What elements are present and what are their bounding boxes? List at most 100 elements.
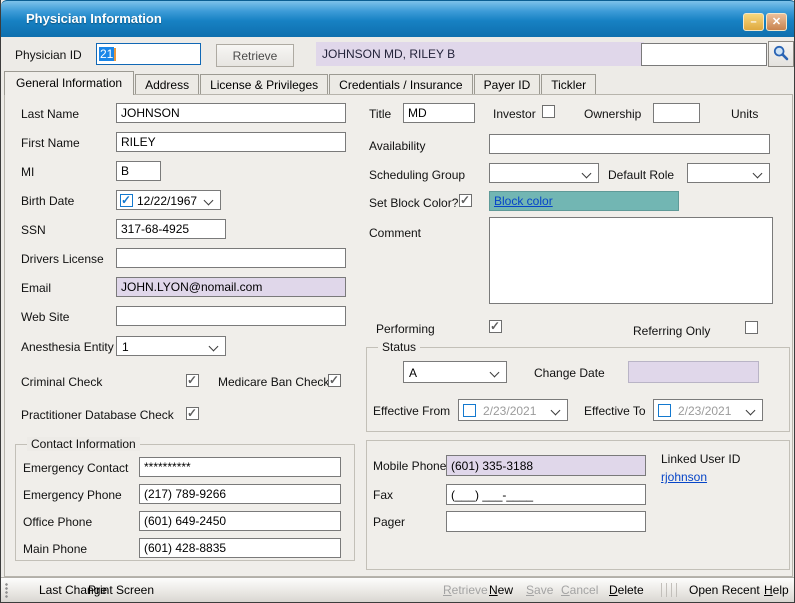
chevron-down-icon — [551, 406, 561, 416]
effective-to-value: 2/23/2021 — [678, 404, 731, 418]
main-phone-input[interactable] — [139, 538, 341, 558]
minimize-button[interactable]: – — [743, 13, 764, 31]
chevron-down-icon — [753, 169, 763, 179]
web-site-input[interactable] — [116, 306, 346, 326]
scheduling-group-label: Scheduling Group — [369, 168, 465, 182]
pager-input[interactable] — [446, 511, 646, 532]
linked-user-id-link[interactable]: rjohnson — [661, 470, 707, 484]
anesthesia-entity-dropdown[interactable]: 1 — [116, 336, 226, 356]
physician-information-window: Physician Information – ✕ Physician ID 2… — [0, 0, 795, 603]
chevron-down-icon — [209, 342, 219, 352]
tab-payer-id[interactable]: Payer ID — [474, 74, 541, 94]
last-name-label: Last Name — [21, 107, 79, 121]
tab-address[interactable]: Address — [135, 74, 199, 94]
retrieve-action: Retrieve — [443, 583, 488, 597]
comment-textarea[interactable] — [489, 217, 773, 304]
practitioner-db-check-checkbox[interactable] — [186, 407, 199, 420]
delete-action[interactable]: Delete — [609, 583, 644, 597]
birth-date-checkbox[interactable] — [120, 194, 133, 207]
effective-from-checkbox[interactable] — [463, 404, 476, 417]
linked-user-id-label: Linked User ID — [661, 452, 740, 466]
emergency-contact-input[interactable] — [139, 457, 341, 477]
referring-only-checkbox[interactable] — [745, 321, 758, 334]
search-button[interactable] — [768, 41, 794, 67]
office-phone-label: Office Phone — [23, 515, 92, 529]
cancel-action: Cancel — [561, 583, 598, 597]
chevron-down-icon — [490, 368, 500, 378]
physician-id-label: Physician ID — [15, 48, 82, 62]
last-name-input[interactable] — [116, 103, 346, 123]
window-title: Physician Information — [26, 11, 162, 26]
physician-id-value: 21 — [99, 47, 114, 61]
tab-tickler[interactable]: Tickler — [541, 74, 596, 94]
help-button[interactable]: Help — [764, 583, 789, 597]
tab-general-information[interactable]: General Information — [4, 71, 134, 95]
toolbar-separator — [671, 583, 672, 597]
emergency-phone-input[interactable] — [139, 484, 341, 504]
quick-search-input[interactable] — [641, 43, 767, 66]
effective-from-picker[interactable]: 2/23/2021 — [458, 399, 568, 421]
physician-name-display: JOHNSON MD, RILEY B — [316, 42, 644, 66]
toolbar-separator — [676, 583, 677, 597]
first-name-input[interactable] — [116, 132, 346, 152]
status-dropdown[interactable]: A — [403, 361, 507, 383]
retrieve-button[interactable]: Retrieve — [216, 44, 294, 67]
default-role-dropdown[interactable] — [687, 163, 770, 183]
print-screen-button[interactable]: Print Screen — [88, 583, 154, 597]
new-action[interactable]: New — [489, 583, 513, 597]
bottom-toolbar: Last Change Print Screen Retrieve New Sa… — [1, 577, 795, 603]
block-color-link[interactable]: Block color — [494, 194, 553, 208]
mobile-phone-label: Mobile Phone — [373, 459, 446, 473]
status-group-title: Status — [378, 340, 420, 354]
performing-label: Performing — [376, 322, 435, 336]
drivers-license-label: Drivers License — [21, 252, 104, 266]
default-role-label: Default Role — [608, 168, 674, 182]
birth-date-picker[interactable]: 12/22/1967 — [116, 190, 221, 210]
effective-to-checkbox[interactable] — [658, 404, 671, 417]
title-bar: Physician Information – ✕ — [1, 0, 795, 37]
email-label: Email — [21, 281, 51, 295]
fax-input[interactable] — [446, 484, 646, 505]
save-action: Save — [526, 583, 553, 597]
toolbar-grip[interactable] — [5, 583, 10, 599]
anesthesia-entity-label: Anesthesia Entity — [21, 340, 114, 354]
open-recent-button[interactable]: Open Recent — [689, 583, 760, 597]
criminal-check-label: Criminal Check — [21, 375, 102, 389]
effective-from-value: 2/23/2021 — [483, 404, 536, 418]
ssn-input[interactable] — [116, 219, 226, 239]
office-phone-input[interactable] — [139, 511, 341, 531]
contact-information-title: Contact Information — [27, 437, 140, 451]
chevron-down-icon — [746, 406, 756, 416]
block-color-swatch[interactable]: Block color — [489, 191, 679, 211]
medicare-ban-check-checkbox[interactable] — [328, 374, 341, 387]
email-input[interactable] — [116, 277, 346, 297]
tab-strip: General Information Address License & Pr… — [4, 70, 597, 94]
effective-to-label: Effective To — [584, 404, 646, 418]
set-block-color-checkbox[interactable] — [459, 194, 472, 207]
availability-input[interactable] — [489, 134, 770, 154]
emergency-phone-label: Emergency Phone — [23, 488, 122, 502]
title-label: Title — [369, 107, 391, 121]
chevron-down-icon — [582, 169, 592, 179]
ownership-input[interactable] — [653, 103, 700, 123]
mi-input[interactable] — [116, 161, 161, 181]
mobile-phone-input[interactable] — [446, 455, 646, 476]
referring-only-label: Referring Only — [633, 324, 710, 338]
drivers-license-input[interactable] — [116, 248, 346, 268]
performing-checkbox[interactable] — [489, 320, 502, 333]
scheduling-group-dropdown[interactable] — [489, 163, 599, 183]
text-caret — [114, 48, 116, 61]
web-site-label: Web Site — [21, 310, 69, 324]
tab-credentials-insurance[interactable]: Credentials / Insurance — [329, 74, 472, 94]
toolbar-separator — [666, 583, 667, 597]
close-button[interactable]: ✕ — [766, 13, 787, 31]
investor-checkbox[interactable] — [542, 105, 555, 118]
criminal-check-checkbox[interactable] — [186, 374, 199, 387]
effective-to-picker[interactable]: 2/23/2021 — [653, 399, 763, 421]
physician-id-input[interactable]: 21 — [96, 43, 201, 65]
title-input[interactable] — [403, 103, 475, 123]
birth-date-value: 12/22/1967 — [137, 194, 197, 208]
tab-license-privileges[interactable]: License & Privileges — [200, 74, 328, 94]
first-name-label: First Name — [21, 136, 80, 150]
change-date-field — [628, 361, 759, 383]
